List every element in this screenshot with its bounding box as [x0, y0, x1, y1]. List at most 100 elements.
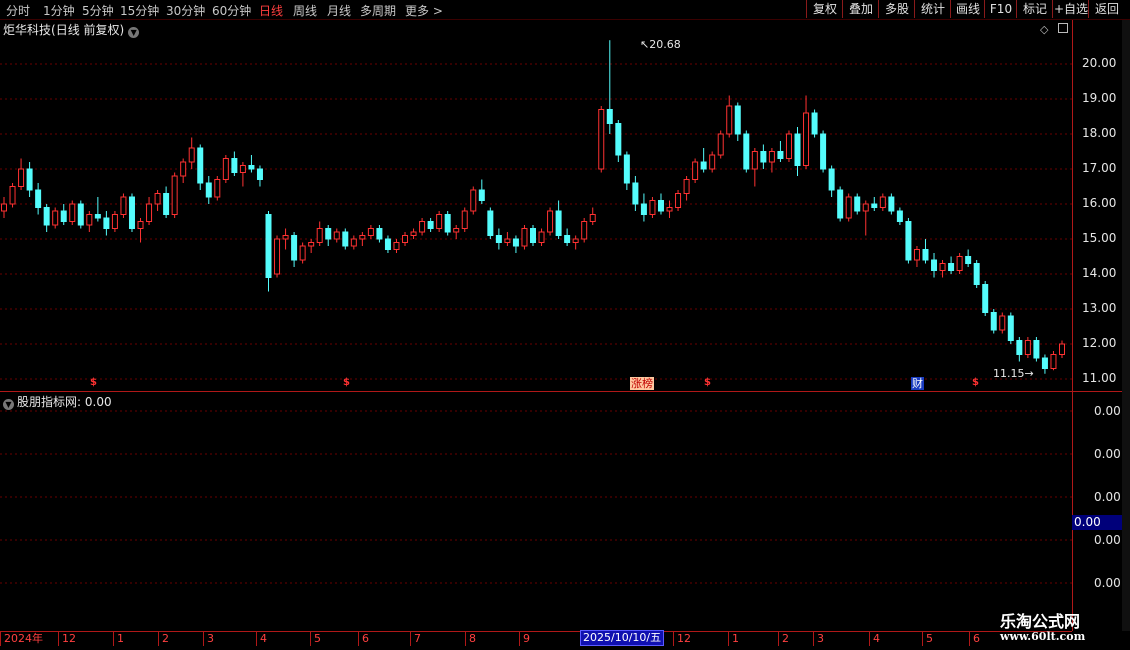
candle-body	[973, 263, 980, 285]
fuquan-button[interactable]: 复权	[806, 0, 843, 18]
candle-body	[649, 200, 656, 215]
candle-body	[538, 231, 545, 243]
candle-body	[163, 193, 170, 215]
candle-body	[120, 196, 127, 215]
candlestick-chart[interactable]	[0, 20, 1072, 391]
candle-body	[700, 161, 707, 170]
candle-body	[461, 210, 468, 229]
date-tick: 1	[728, 632, 739, 646]
diamond-icon[interactable]: ◇	[1040, 23, 1048, 36]
date-tick: 3	[813, 632, 824, 646]
side-strip	[1122, 20, 1130, 631]
tab-weekly[interactable]: 周线	[293, 2, 317, 19]
watermark-url: www.60lt.com	[1000, 630, 1086, 643]
candle-body	[308, 242, 315, 247]
overlay-button[interactable]: 叠加	[842, 0, 879, 18]
tab-monthly[interactable]: 月线	[327, 2, 351, 19]
date-axis[interactable]: 2024年 12 1 2 3 4 5 6 7 8 9 12 1 2 3 4 5 …	[0, 631, 1072, 646]
date-tick: 4	[869, 632, 880, 646]
cursor-date-label: 2025/10/10/五	[580, 630, 665, 646]
sell-marker-icon[interactable]: $	[90, 377, 97, 388]
multi-stock-button[interactable]: 多股	[878, 0, 915, 18]
candle-body	[675, 193, 682, 208]
tab-1min[interactable]: 1分钟	[43, 2, 75, 19]
candle-body	[188, 147, 195, 163]
draw-line-button[interactable]: 画线	[950, 0, 985, 18]
tab-multi-period[interactable]: 多周期	[360, 2, 396, 19]
limit-up-tag[interactable]: 涨榜	[630, 377, 654, 390]
add-watchlist-button[interactable]: +自选	[1052, 0, 1089, 18]
tab-30min[interactable]: 30分钟	[166, 2, 205, 19]
indicator-axis-label: 0.00	[1094, 404, 1121, 418]
candle-body	[325, 228, 332, 240]
candle-body	[197, 147, 204, 184]
finance-tag[interactable]: 财	[911, 377, 924, 390]
candle-body	[760, 151, 767, 163]
candle-body	[282, 235, 289, 240]
stock-title: 炬华科技(日线 前复权) ▼	[3, 21, 140, 38]
candle-body	[683, 179, 690, 194]
candle-body	[1041, 357, 1048, 369]
indicator-current-value: 0.00	[1072, 515, 1122, 530]
candle-body	[982, 284, 989, 313]
tab-daily[interactable]: 日线	[259, 2, 283, 19]
indicator-axis-label: 0.00	[1094, 576, 1121, 590]
price-axis-label: 12.00	[1082, 336, 1117, 350]
sell-marker-icon[interactable]: $	[343, 377, 350, 388]
candle-body	[905, 221, 912, 261]
date-tick: 9	[519, 632, 530, 646]
candle-body	[922, 249, 929, 261]
candle-body	[419, 221, 426, 233]
candle-body	[444, 214, 451, 233]
sell-marker-icon[interactable]: $	[704, 377, 711, 388]
candle-body	[18, 168, 25, 187]
candle-body	[794, 133, 801, 166]
candle-body	[888, 196, 895, 212]
indicator-chart[interactable]	[0, 392, 1072, 631]
sell-marker-icon[interactable]: $	[972, 377, 979, 388]
tab-fenshi[interactable]: 分时	[6, 2, 30, 19]
candle-body	[811, 112, 818, 135]
mark-button[interactable]: 标记	[1016, 0, 1053, 18]
candle-body	[342, 231, 349, 247]
statistics-button[interactable]: 统计	[914, 0, 951, 18]
candle-body	[265, 214, 272, 278]
candle-body	[410, 231, 417, 236]
tab-60min[interactable]: 60分钟	[212, 2, 251, 19]
candle-body	[171, 175, 178, 215]
price-axis-label: 19.00	[1082, 91, 1117, 105]
candle-body	[214, 179, 221, 198]
candle-body	[146, 203, 153, 222]
candle-body	[956, 256, 963, 271]
candle-body	[316, 228, 323, 243]
candle-body	[939, 263, 946, 271]
back-button[interactable]: 返回	[1088, 0, 1125, 18]
tab-5min[interactable]: 5分钟	[82, 2, 114, 19]
candle-body	[470, 189, 477, 212]
candle-body	[222, 158, 229, 180]
candle-body	[86, 214, 93, 226]
candle-body	[94, 214, 101, 219]
chevron-down-icon[interactable]: ▼	[128, 27, 140, 38]
f10-button[interactable]: F10	[984, 0, 1017, 18]
candle-body	[1007, 315, 1014, 341]
tab-more[interactable]: 更多 >	[405, 2, 443, 19]
candle-body	[751, 151, 758, 170]
chevron-down-icon[interactable]: ▼	[3, 399, 14, 410]
candle-body	[547, 210, 554, 233]
candle-body	[137, 221, 144, 229]
indicator-value: : 0.00	[77, 395, 112, 409]
tab-15min[interactable]: 15分钟	[120, 2, 159, 19]
candle-body	[820, 133, 827, 170]
candle-body	[180, 161, 187, 177]
candle-body	[333, 231, 340, 240]
indicator-name: 股朋指标网	[17, 395, 78, 409]
candle-body	[376, 228, 383, 240]
maximize-icon[interactable]	[1058, 23, 1068, 33]
candle-body	[657, 200, 664, 212]
candle-body	[555, 210, 562, 236]
period-toolbar: 分时 1分钟 5分钟 15分钟 30分钟 60分钟 日线 周线 月线 多周期 更…	[0, 0, 1130, 20]
price-axis-line	[1072, 20, 1073, 631]
candle-body	[640, 203, 647, 215]
watermark-title: 乐淘公式网	[1000, 612, 1081, 631]
